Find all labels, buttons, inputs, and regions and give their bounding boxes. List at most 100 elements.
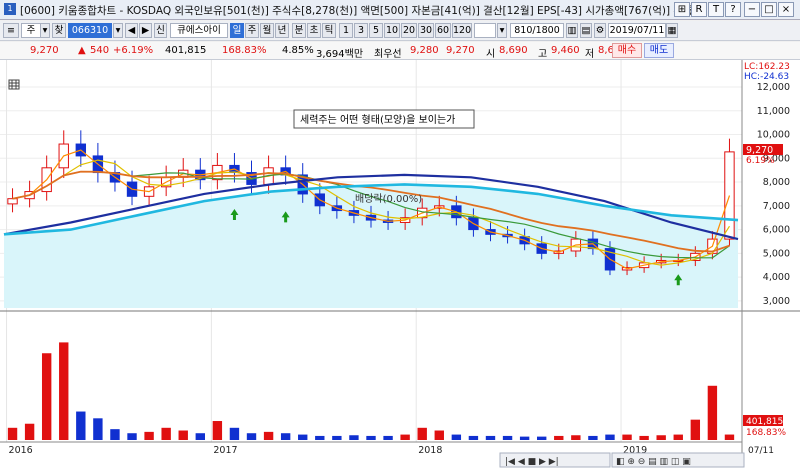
menu-icon[interactable]: ≡ — [3, 23, 19, 38]
quote-bar: 9,270 ▲ 540 +6.19% 401,815 168.83% 4.85%… — [0, 42, 800, 60]
volume-bar — [298, 434, 308, 440]
t-button[interactable]: T — [708, 2, 724, 17]
svg-text:◧ ⊕ ⊖ ▤ ▥ ◫ ▣: ◧ ⊕ ⊖ ▤ ▥ ◫ ▣ — [616, 457, 691, 467]
price-tick-label: 6,000 — [763, 225, 790, 236]
interval-60[interactable]: 60 — [435, 23, 451, 38]
title-bar: 1 [0600] 키움종합차트 - KOSDAQ 외국인보유[501(천)] 주… — [0, 0, 800, 20]
close-button[interactable]: × — [778, 2, 794, 17]
open-label: 시 — [486, 49, 496, 60]
interval-30[interactable]: 30 — [418, 23, 434, 38]
volume-bar — [195, 433, 205, 440]
custom-interval-input[interactable] — [474, 23, 496, 38]
volume-bar — [246, 433, 257, 440]
price-tick-label: 11,000 — [757, 106, 790, 117]
prev-stock-icon[interactable]: ◀ — [125, 23, 138, 38]
price-tick-label: 4,000 — [763, 272, 790, 283]
period-minute[interactable]: 분 — [292, 23, 306, 38]
volume-bar — [93, 418, 103, 440]
period-month[interactable]: 월 — [260, 23, 274, 38]
price-tick-label: 3,000 — [763, 296, 790, 307]
code-dropdown-icon[interactable]: ▾ — [113, 23, 123, 38]
change-percent: +6.19% — [113, 45, 154, 56]
volume-bar — [724, 434, 735, 440]
chart-scroll-controls[interactable]: |◀ ◀ ■ ▶ ▶| ◧ ⊕ ⊖ ▤ ▥ ◫ ▣ — [499, 452, 745, 468]
minimize-button[interactable]: − — [744, 2, 760, 17]
candle — [724, 151, 735, 240]
volume-bar — [59, 342, 69, 440]
period-week[interactable]: 주 — [245, 23, 259, 38]
last-volume-label: 401,815 — [746, 417, 783, 427]
volume-bar — [656, 435, 666, 440]
volume-bar — [571, 435, 581, 440]
date-input[interactable]: 2019/07/11 — [608, 23, 666, 38]
chart-grid-icon[interactable] — [8, 79, 20, 90]
volume-bar — [110, 429, 120, 440]
volume-bar — [537, 436, 547, 440]
interval-1[interactable]: 1 — [339, 23, 353, 38]
last-price-label: 9,270 — [746, 145, 773, 156]
priority-label: 최우선 — [374, 49, 402, 60]
volume-bar — [7, 427, 18, 440]
period-tick[interactable]: 틱 — [322, 23, 336, 38]
volume-bar — [434, 430, 444, 440]
candle — [7, 198, 18, 205]
sell-button[interactable]: 매도 — [644, 43, 674, 58]
period-day[interactable]: 일 — [230, 23, 244, 38]
interval-20[interactable]: 20 — [401, 23, 417, 38]
best-ask: 9,280 — [410, 45, 439, 56]
interval-10[interactable]: 10 — [384, 23, 400, 38]
save-icon[interactable]: ▤ — [580, 23, 592, 38]
price-tick-label: 7,000 — [763, 201, 790, 212]
maximize-button[interactable]: □ — [761, 2, 777, 17]
annotation-text: 세력주는 어떤 형태(모양)을 보이는가 — [300, 114, 455, 126]
volume-bar — [229, 427, 240, 440]
volume-bar — [144, 431, 154, 440]
interval-120[interactable]: 120 — [452, 23, 472, 38]
r-button[interactable]: R — [691, 2, 707, 17]
volume-bar — [332, 435, 342, 440]
volume-bar — [41, 353, 52, 440]
layout-icon[interactable]: ⊞ — [674, 2, 690, 17]
volume-bar — [485, 435, 496, 440]
price-tick-label: 12,000 — [757, 82, 790, 93]
dividend-label: 배당락(0.00%) — [355, 193, 422, 205]
volume-bar — [502, 435, 513, 440]
high-label: 고 — [538, 49, 548, 60]
volume-bar — [280, 433, 291, 440]
next-stock-icon[interactable]: ▶ — [139, 23, 152, 38]
volume-bar — [605, 434, 615, 440]
interval-5[interactable]: 5 — [369, 23, 383, 38]
calendar-icon[interactable]: ▦ — [666, 23, 678, 38]
help-button[interactable]: ? — [725, 2, 741, 17]
volume-bar — [690, 419, 701, 440]
chart-type-icon[interactable]: ▥ — [566, 23, 578, 38]
stock-name-icon[interactable]: 신 — [154, 23, 167, 38]
price-tick-label: 8,000 — [763, 177, 790, 188]
hc-label: HC:-24.63 — [744, 72, 789, 82]
trade-value: 3,694백만 — [316, 49, 364, 60]
chart-area[interactable]: 3,000 4,000 5,000 6,000 7,000 8,000 9,000 10,00… — [0, 60, 800, 474]
search-button[interactable]: 찾 — [52, 23, 66, 38]
up-arrow-icon: ▲ — [78, 45, 86, 56]
year-tick-label: 2018 — [418, 445, 442, 456]
price-tick-label: 10,000 — [757, 130, 790, 141]
last-date-label: 07/11 — [748, 446, 774, 456]
high-price: 9,460 — [551, 45, 580, 56]
volume-bar — [468, 435, 479, 440]
volume-bar — [263, 431, 274, 440]
interval-dropdown-icon[interactable]: ▾ — [497, 23, 507, 38]
type-select[interactable]: 주 — [21, 23, 41, 38]
buy-button[interactable]: 매수 — [612, 43, 642, 58]
stock-code-input[interactable]: 066310 — [68, 23, 112, 38]
period-second[interactable]: 초 — [307, 23, 321, 38]
count-input[interactable]: 810/1800 — [510, 23, 564, 38]
price-tick-label: 5,000 — [763, 248, 790, 259]
period-year[interactable]: 년 — [275, 23, 289, 38]
volume-bar — [707, 385, 718, 440]
settings-icon[interactable]: ⚙ — [594, 23, 606, 38]
current-price: 9,270 — [30, 45, 59, 56]
volume-bar — [554, 435, 564, 440]
interval-3[interactable]: 3 — [354, 23, 368, 38]
year-tick-label: 2017 — [213, 445, 237, 456]
type-dropdown-icon[interactable]: ▾ — [40, 23, 50, 38]
